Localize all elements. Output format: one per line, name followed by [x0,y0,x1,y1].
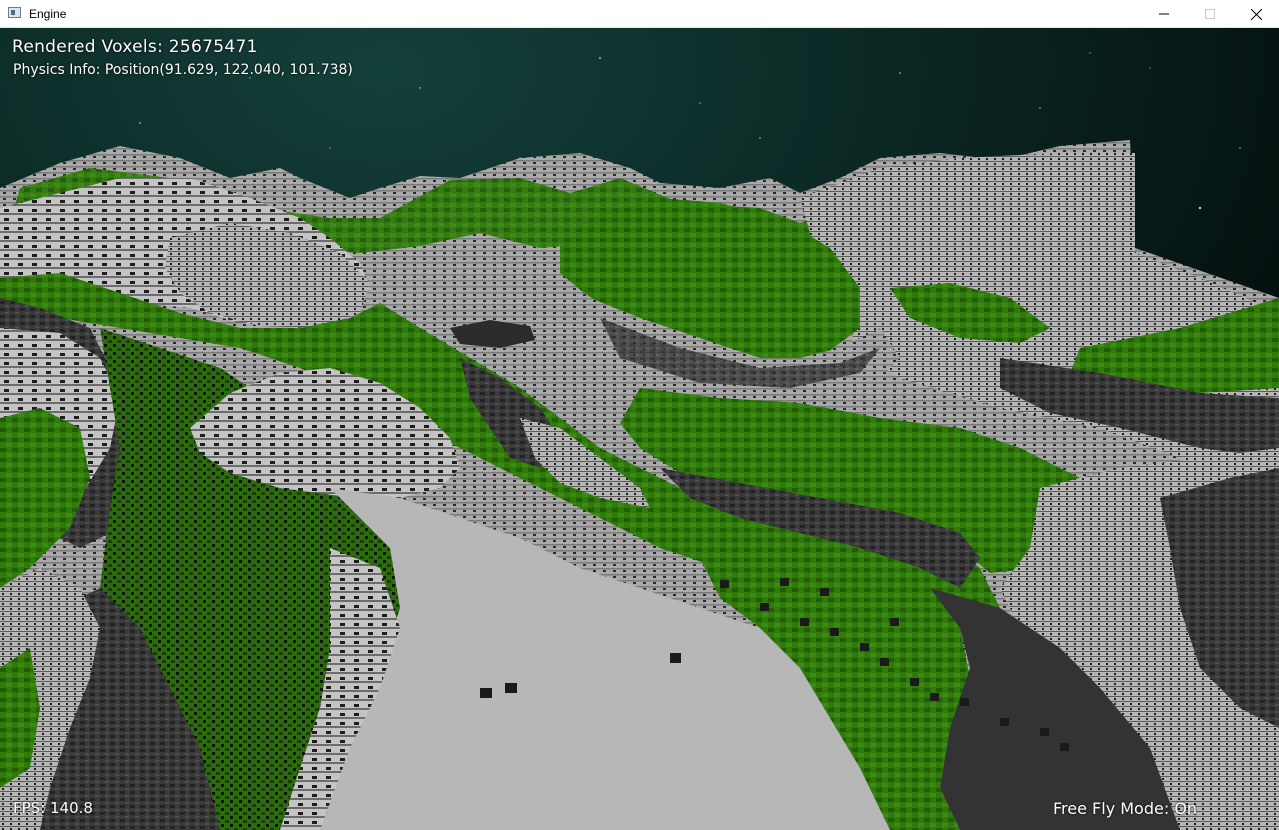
rendered-voxels-readout: Rendered Voxels: 25675471 [12,37,258,57]
maximize-icon [1205,9,1215,19]
free-fly-mode-status: Free Fly Mode: On [1053,799,1198,818]
minimize-button[interactable] [1141,0,1187,28]
engine-window: Engine Rendered Voxels: 25675471 Physics… [0,0,1279,830]
render-viewport[interactable]: Rendered Voxels: 25675471 Physics Info: … [0,28,1279,830]
physics-info-readout: Physics Info: Position(91.629, 122.040, … [13,62,353,78]
close-icon [1250,8,1262,20]
close-button[interactable] [1233,0,1279,28]
maximize-button[interactable] [1187,0,1233,28]
fps-counter: FPS: 140.8 [13,799,93,817]
minimize-icon [1159,13,1169,15]
app-window-icon [8,7,21,18]
voxel-terrain-scene [0,28,1279,830]
window-title: Engine [29,7,67,21]
title-bar[interactable]: Engine [0,0,1279,28]
